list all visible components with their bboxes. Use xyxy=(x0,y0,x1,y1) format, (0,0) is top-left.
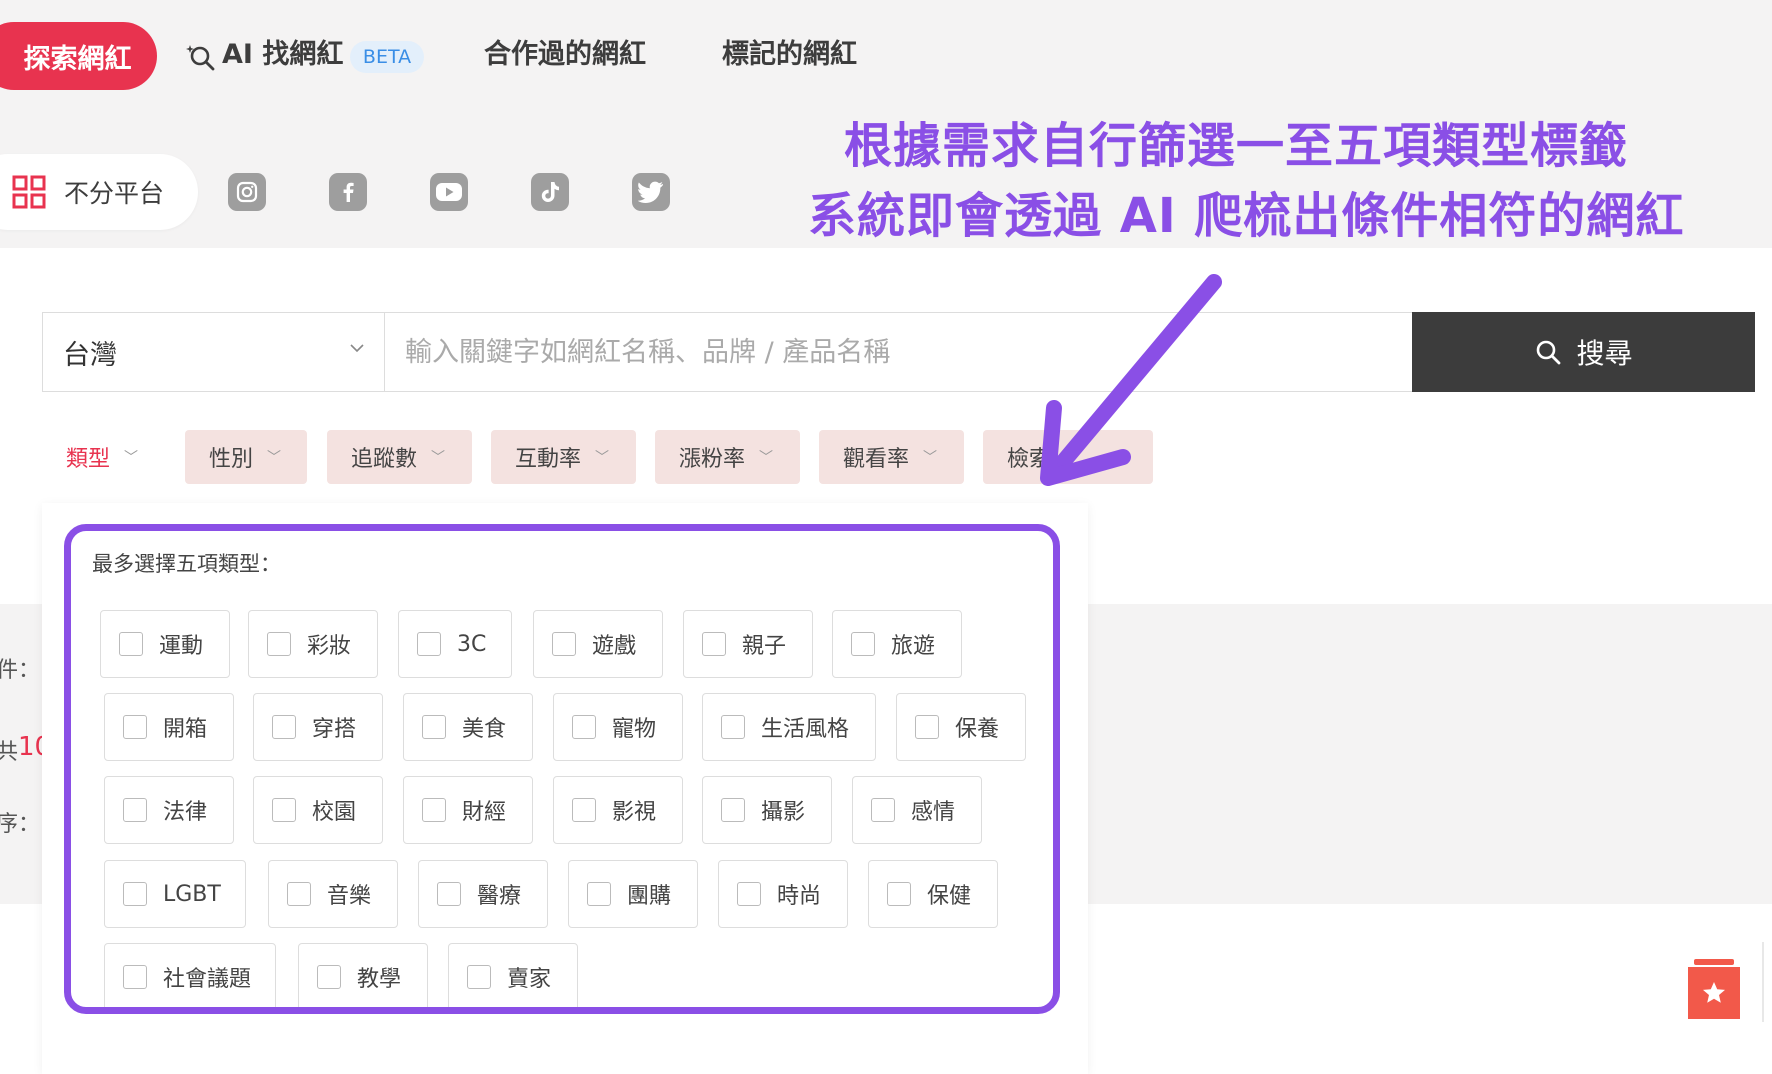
search-button-label: 搜尋 xyxy=(1576,337,1633,370)
chevron-down-icon: ﹀ xyxy=(267,450,282,466)
divider xyxy=(1762,942,1764,1022)
star-icon xyxy=(1703,982,1725,1003)
filter-type-label: 類型 xyxy=(66,447,111,472)
highlight-frame xyxy=(64,524,1060,1014)
nav-cooperated-tab[interactable]: 合作過的網紅 xyxy=(484,35,646,75)
chevron-down-icon: ﹀ xyxy=(759,450,774,466)
chevron-down-icon: ﹀ xyxy=(431,450,446,466)
filter-search-label: 檢索 xyxy=(1007,447,1052,472)
tiktok-icon[interactable] xyxy=(531,173,569,211)
chevron-down-icon: ﹀ xyxy=(595,450,610,466)
youtube-icon[interactable] xyxy=(430,173,468,211)
filter-followers[interactable]: 追蹤數 ﹀ xyxy=(327,430,472,484)
left-label-total: 共 xyxy=(0,740,19,765)
twitter-icon[interactable] xyxy=(632,173,670,211)
filter-gender[interactable]: 性別 ﹀ xyxy=(185,430,307,484)
search-button[interactable]: 搜尋 xyxy=(1412,312,1755,392)
filter-search[interactable]: 檢索 xyxy=(983,430,1153,484)
filter-growth-label: 漲粉率 xyxy=(679,447,746,472)
filter-type[interactable]: 類型 ﹀ xyxy=(42,430,166,484)
chevron-down-icon: ﹀ xyxy=(124,450,139,466)
filter-engagement-label: 互動率 xyxy=(515,447,582,472)
filter-gender-label: 性別 xyxy=(209,447,254,472)
beta-badge: BETA xyxy=(350,41,424,73)
nav-explore-tab[interactable]: 探索網紅 xyxy=(0,22,157,90)
search-icon xyxy=(1537,340,1561,365)
search-bar: 台灣 搜尋 xyxy=(42,312,1755,392)
filter-views-label: 觀看率 xyxy=(843,447,910,472)
left-label-conditions: 件： xyxy=(0,658,41,683)
instagram-icon[interactable] xyxy=(228,173,266,211)
chevron-down-icon: ﹀ xyxy=(923,450,938,466)
nav-ai-find-tab[interactable]: AI 找網紅 xyxy=(222,35,343,75)
platform-all-button[interactable]: 不分平台 xyxy=(0,154,198,230)
search-input[interactable] xyxy=(385,313,1385,391)
filter-engagement[interactable]: 互動率 ﹀ xyxy=(491,430,636,484)
filter-views[interactable]: 觀看率 ﹀ xyxy=(819,430,964,484)
nav-explore-label: 探索網紅 xyxy=(23,43,132,75)
left-label-sort: 序： xyxy=(0,812,41,837)
filter-followers-label: 追蹤數 xyxy=(351,447,418,472)
region-value: 台灣 xyxy=(63,339,117,371)
ai-search-icon xyxy=(186,45,215,71)
chevron-down-icon xyxy=(350,344,364,353)
facebook-icon[interactable] xyxy=(329,173,367,211)
grid-icon xyxy=(12,175,46,209)
bookmark-button[interactable] xyxy=(1688,959,1740,1019)
region-select[interactable]: 台灣 xyxy=(43,313,385,391)
annotation-line2: 系統即會透過 AI 爬梳出條件相符的網紅 xyxy=(808,188,1685,244)
annotation-line1: 根據需求自行篩選一至五項類型標籤 xyxy=(844,118,1629,174)
filter-growth[interactable]: 漲粉率 ﹀ xyxy=(655,430,800,484)
nav-marked-tab[interactable]: 標記的網紅 xyxy=(722,35,857,75)
platform-all-label: 不分平台 xyxy=(64,179,165,208)
